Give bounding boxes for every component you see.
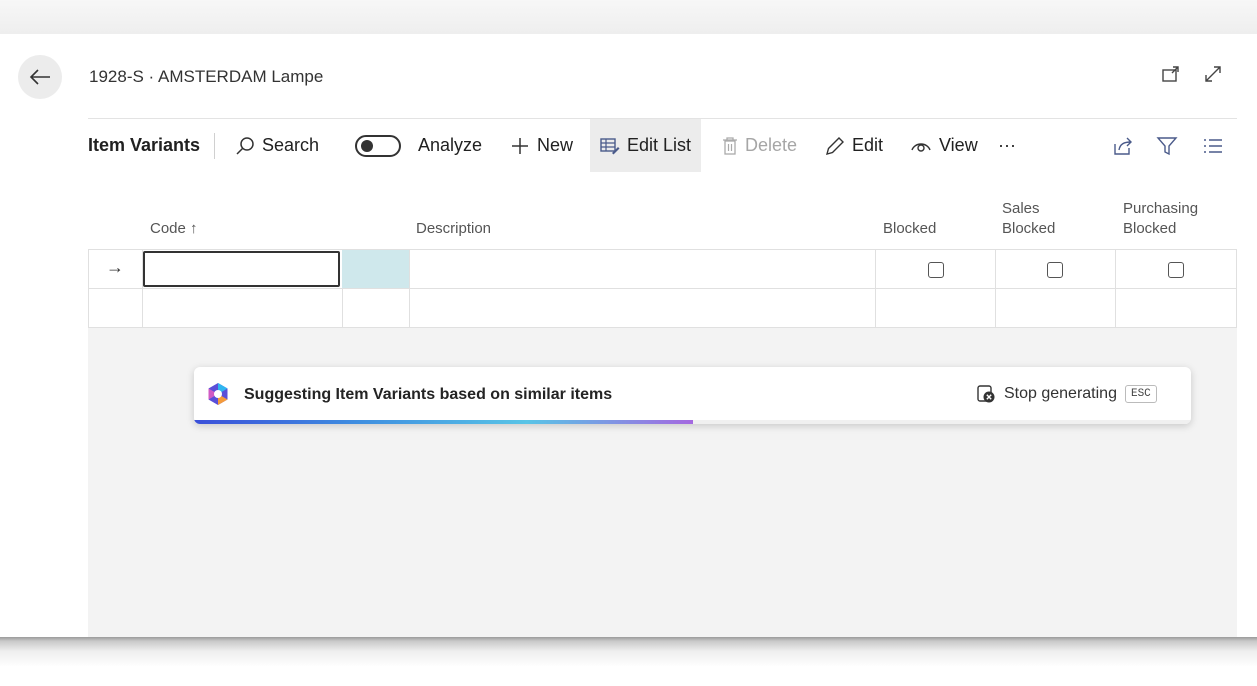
esc-shortcut-badge: ESC [1124, 385, 1157, 403]
analyze-toggle[interactable]: Analyze [355, 119, 482, 172]
blocked-checkbox[interactable] [928, 262, 944, 278]
panel-shadow [0, 637, 1257, 686]
progress-track [194, 420, 1191, 424]
search-icon [236, 136, 254, 155]
title-actions [1161, 64, 1223, 84]
cell-divider [1115, 289, 1116, 327]
cell-divider [1115, 250, 1116, 288]
purchasing-blocked-checkbox[interactable] [1168, 262, 1184, 278]
list-icon [1204, 138, 1222, 153]
purchasing-header-line2: Blocked [1123, 220, 1177, 237]
column-header-purchasing-blocked[interactable]: Purchasing Blocked [1123, 199, 1198, 239]
search-label: Search [262, 135, 320, 155]
grid-rows: → [88, 249, 1237, 328]
view-label: View [939, 135, 978, 155]
analyze-label: Analyze [418, 135, 483, 155]
filter-button[interactable] [1156, 119, 1178, 172]
sales-blocked-checkbox[interactable] [1047, 262, 1063, 278]
toolbar-divider [214, 133, 215, 159]
list-view-button[interactable] [1202, 119, 1224, 172]
cell-divider [995, 289, 996, 327]
edit-list-button[interactable]: Edit List [590, 119, 702, 172]
table-row[interactable]: → [88, 249, 1237, 288]
cell-divider [142, 289, 143, 327]
view-button[interactable]: View [910, 119, 978, 172]
cell-divider [342, 289, 343, 327]
cell-divider [409, 250, 410, 288]
column-header-code[interactable]: Code ↑ [150, 219, 198, 239]
column-header-description[interactable]: Description [416, 219, 491, 239]
cell-divider [1236, 289, 1237, 327]
search-button[interactable]: Search [235, 119, 319, 172]
sales-header-line2: Blocked [1002, 220, 1056, 237]
expand-icon[interactable] [1203, 64, 1223, 84]
page-title: 1928-S · AMSTERDAM Lampe [89, 67, 324, 86]
back-arrow-icon [29, 69, 50, 85]
progress-fill [194, 420, 693, 424]
more-options-button[interactable]: ··· [998, 119, 1016, 172]
action-bar: Item Variants Search Analyze New Edit Li… [88, 118, 1237, 173]
back-button[interactable] [18, 55, 62, 99]
sales-header-line1: Sales [1002, 200, 1040, 217]
new-label: New [537, 135, 574, 155]
copilot-icon [208, 383, 228, 405]
new-button[interactable]: New [510, 119, 573, 172]
cell-divider [875, 250, 876, 288]
selected-cell-tint [342, 250, 409, 288]
edit-button[interactable]: Edit [825, 119, 883, 172]
cell-divider [409, 289, 410, 327]
copilot-message: Suggesting Item Variants based on simila… [244, 386, 613, 403]
toggle-switch[interactable] [355, 134, 401, 157]
cell-divider [88, 250, 89, 288]
table-row[interactable] [88, 288, 1237, 328]
column-header-sales-blocked[interactable]: Sales Blocked [1002, 199, 1055, 239]
share-button[interactable] [1112, 119, 1134, 172]
stop-generating-button[interactable]: Stop generating ESC [976, 384, 1157, 404]
cell-divider [995, 250, 996, 288]
cell-divider [1236, 250, 1237, 288]
filter-icon [1156, 136, 1178, 155]
code-input[interactable] [143, 251, 340, 287]
purchasing-header-line1: Purchasing [1123, 200, 1199, 217]
delete-button[interactable]: Delete [722, 119, 797, 172]
cell-divider [875, 289, 876, 327]
delete-label: Delete [745, 135, 798, 155]
pencil-icon [826, 136, 844, 155]
tab-item-variants[interactable]: Item Variants [88, 119, 200, 172]
row-indicator-arrow: → [106, 257, 124, 277]
top-band [0, 0, 1257, 35]
stop-label: Stop generating [1004, 385, 1117, 402]
eye-icon [911, 142, 931, 152]
stop-icon [977, 385, 995, 403]
copilot-generation-banner: Suggesting Item Variants based on simila… [194, 367, 1191, 424]
cell-divider [88, 289, 89, 327]
share-icon [1114, 137, 1132, 155]
edit-list-icon [600, 137, 620, 154]
grid-header: Code ↑ Description Blocked Sales Blocked… [88, 172, 1237, 249]
trash-icon [723, 136, 737, 155]
edit-label: Edit [852, 135, 884, 155]
open-new-window-icon[interactable] [1161, 64, 1181, 84]
edit-list-label: Edit List [627, 135, 692, 155]
column-header-blocked[interactable]: Blocked [883, 219, 936, 239]
plus-icon [512, 137, 528, 154]
